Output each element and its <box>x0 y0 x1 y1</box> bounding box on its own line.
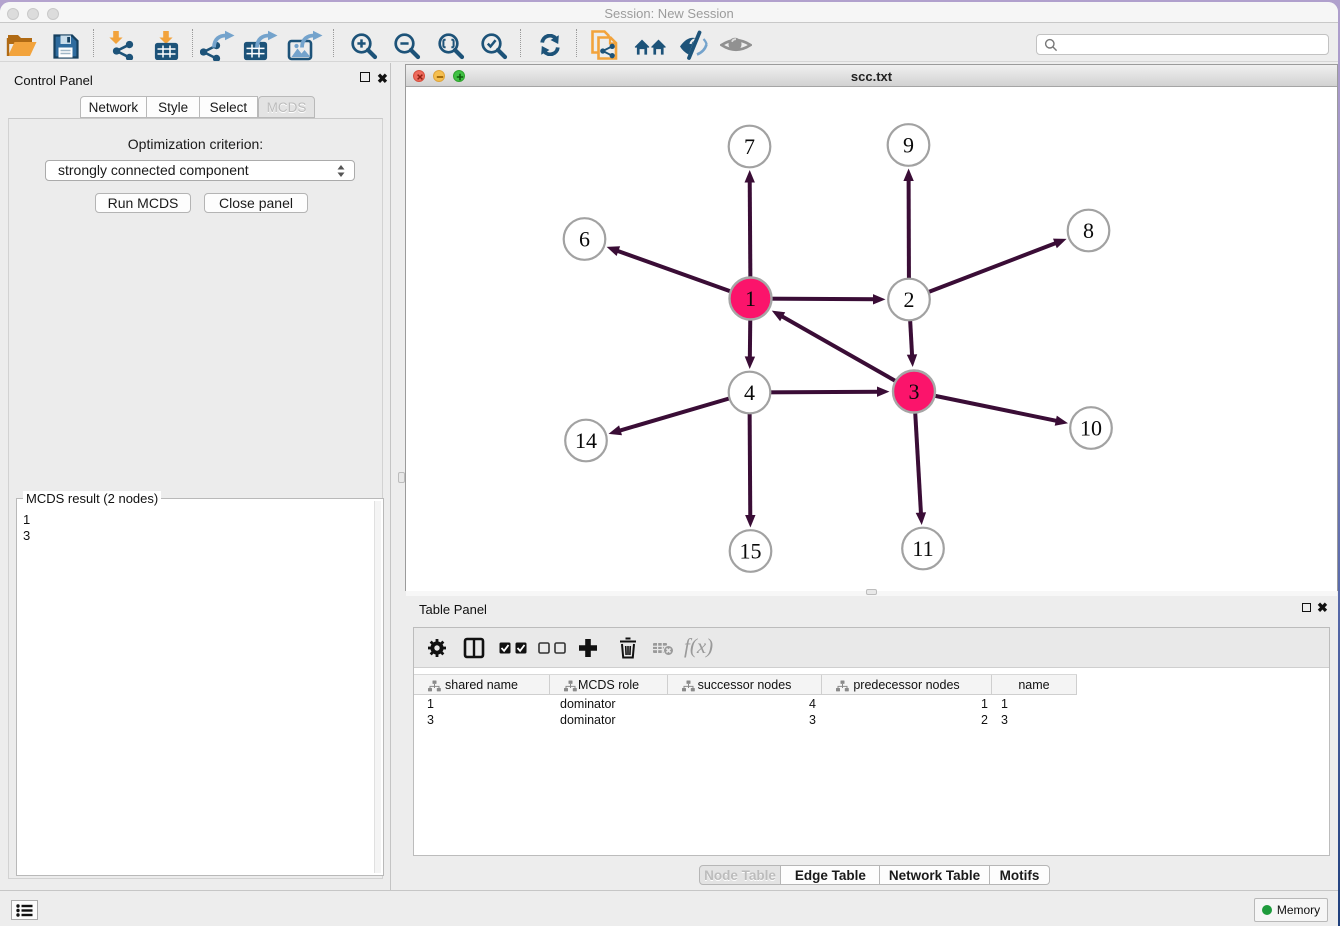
svg-text:7: 7 <box>744 134 755 159</box>
svg-text:10: 10 <box>1080 416 1102 441</box>
svg-text:2: 2 <box>904 287 915 312</box>
svg-text:11: 11 <box>912 536 933 561</box>
svg-text:9: 9 <box>903 133 914 158</box>
svg-text:1: 1 <box>745 286 756 311</box>
svg-text:14: 14 <box>575 428 597 453</box>
svg-text:6: 6 <box>579 227 590 252</box>
svg-text:4: 4 <box>744 380 755 405</box>
svg-text:8: 8 <box>1083 218 1094 243</box>
svg-text:15: 15 <box>740 539 762 564</box>
svg-text:3: 3 <box>909 379 920 404</box>
